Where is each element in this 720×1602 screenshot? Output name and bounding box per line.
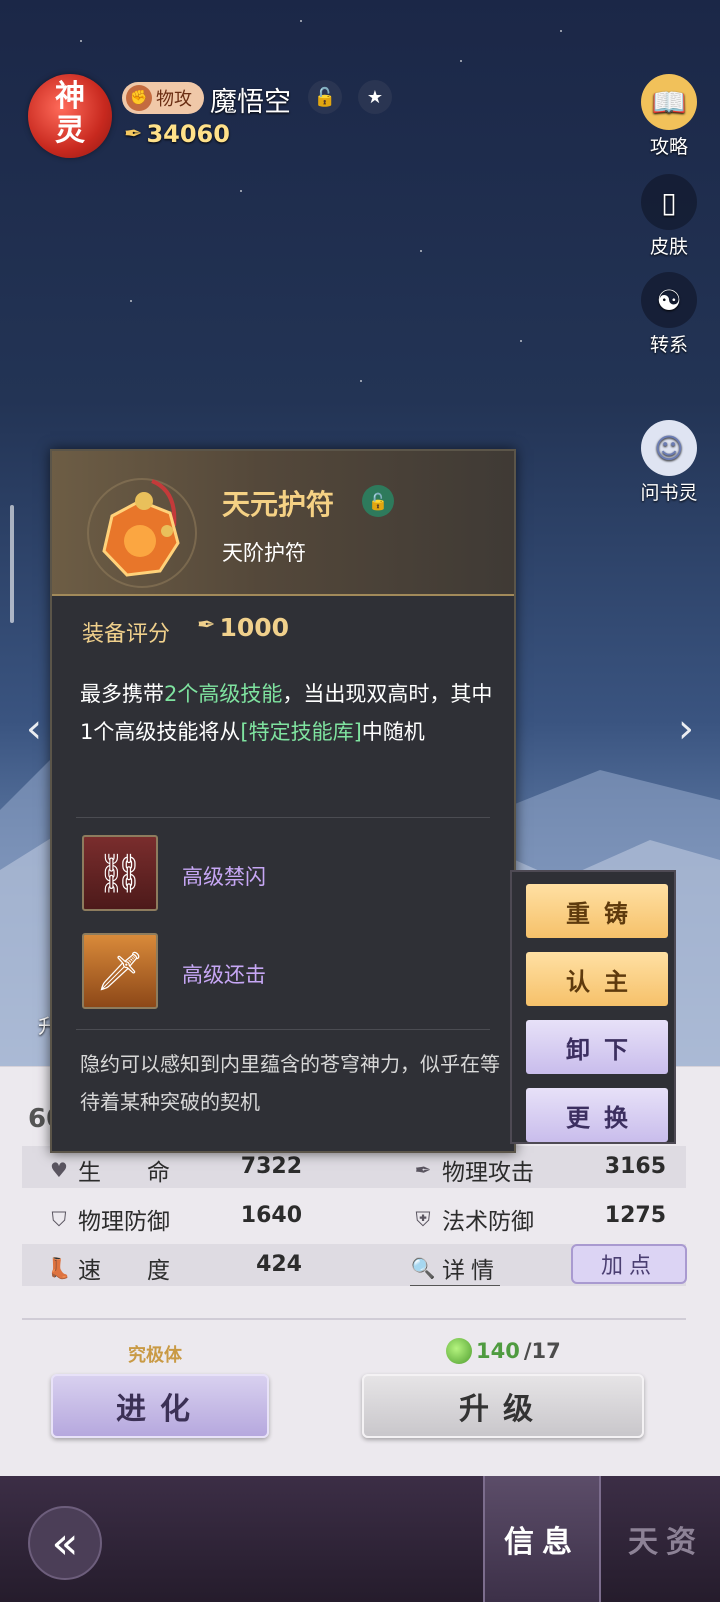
combat-power: ✒ 34060 [124,120,230,148]
stat-hp-value: 7322 [240,1154,302,1179]
book-icon: 📖 [641,74,697,130]
guide-button[interactable]: 📖 攻略 [634,74,704,159]
recast-button[interactable]: 重铸 [526,884,668,938]
evolve-button[interactable]: 进化 [51,1374,269,1438]
prev-hero-arrow[interactable]: ‹ [26,706,42,752]
shield-icon: ⛉ [51,1207,67,1231]
skill-name: 高级禁闪 [182,865,266,889]
back-arrow-icon: « [51,1517,79,1569]
skill-name: 高级还击 [182,963,266,987]
back-button[interactable]: « [28,1506,102,1580]
divider [76,817,490,818]
upgrade-button[interactable]: 升级 [362,1374,644,1438]
stat-patk-value: 3165 [604,1154,666,1179]
fist-icon: ✊ [126,85,152,111]
chain-skill-icon[interactable]: ⛓ [82,835,158,911]
stat-speed: 👢 速 度 [46,1256,170,1284]
tab-talent[interactable]: 天资 [612,1476,720,1602]
bind-owner-button[interactable]: 认主 [526,952,668,1006]
stat-patk: ✒ 物理攻击 [410,1153,534,1187]
unlock-icon[interactable]: 🔓 [362,485,394,517]
tab-info[interactable]: 信息 [483,1476,601,1602]
stat-hp: ♥ 生 命 [46,1153,170,1187]
flavor-text: 隐约可以感知到内里蕴含的苍穹神力，似乎在等待着某种突破的契机 [80,1052,500,1114]
spirit-avatar-icon: ☺ [641,420,697,476]
amulet-icon [87,478,197,588]
lock-icon[interactable]: 🔓 [308,80,342,114]
boot-icon: 👢 [46,1256,72,1280]
exp-counter: 140/17 [446,1338,561,1364]
exp-orb-icon [446,1338,472,1364]
detail-link[interactable]: 🔍 详情 [410,1251,500,1286]
swirl-icon: ☯ [641,272,697,328]
replace-button[interactable]: 更换 [526,1088,668,1142]
stat-speed-value: 424 [256,1252,302,1277]
search-icon: 🔍 [410,1256,436,1280]
item-grade: 天阶护符 [222,541,306,565]
skin-icon: ▯ [641,174,697,230]
power-quill-icon: ✒ [124,121,143,147]
quill-icon: ✒ [414,1158,432,1182]
skin-button[interactable]: ▯ 皮肤 [634,174,704,259]
unequip-button[interactable]: 卸下 [526,1020,668,1074]
heart-icon: ♥ [50,1158,68,1182]
stat-pdef: ⛉ 物理防御 [46,1202,171,1236]
item-name: 天元护符 [222,488,335,521]
rarity-badge: 神灵 [28,74,112,158]
scroll-indicator[interactable] [10,505,14,623]
favorite-star-icon[interactable]: ★ [358,80,392,114]
divider [76,1029,490,1030]
popup-header: 天元护符 🔓 天阶护符 [52,451,514,596]
action-menu: 重铸 认主 卸下 更换 [510,870,676,1144]
ask-spirit-button[interactable]: ☺ 问书灵 [634,420,704,505]
sword-skill-icon[interactable]: 🗡 [82,933,158,1009]
quill-icon: ✒ [197,613,216,638]
add-point-button[interactable]: 加点 [571,1244,687,1284]
next-hero-arrow[interactable]: › [678,706,694,752]
divider [22,1318,686,1320]
item-description: 最多携带2个高级技能，当出现双高时，其中1个高级技能将从[特定技能库]中随机 [80,682,493,744]
score-value: ✒ 1000 [197,613,290,642]
magic-shield-icon: ⛨ [415,1207,431,1231]
hero-name: 魔悟空 [210,87,291,118]
score-label: 装备评分 [82,622,171,647]
switch-element-button[interactable]: ☯ 转系 [634,272,704,357]
stat-mdef-value: 1275 [604,1203,666,1228]
equipment-popup: 天元护符 🔓 天阶护符 装备评分 ✒ 1000 最多携带2个高级技能，当出现双高时… [50,449,516,1153]
stat-mdef: ⛨ 法术防御 [410,1202,535,1236]
attack-type-tag: ✊ 物攻 [122,82,204,114]
stat-pdef-value: 1640 [240,1203,302,1228]
ultimate-form-label: 究极体 [128,1345,182,1366]
